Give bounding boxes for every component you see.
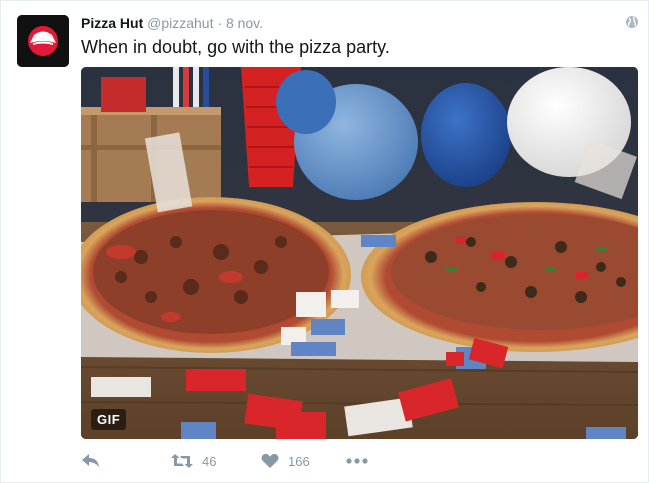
globe-icon[interactable] [625,15,639,29]
display-name[interactable]: Pizza Hut [81,15,143,31]
reply-icon [82,454,99,467]
like-button[interactable]: 166 [261,450,310,472]
heart-icon [261,453,279,468]
retweet-button[interactable]: 46 [171,450,216,472]
more-button[interactable] [346,450,368,472]
like-count[interactable]: 166 [288,454,310,469]
retweet-count[interactable]: 46 [202,454,216,469]
retweet-icon [171,454,193,468]
tweet-actions: 46 166 [81,450,641,474]
reply-button[interactable] [81,450,101,472]
gif-badge: GIF [91,409,127,430]
separator-dot: · [217,15,223,31]
pizza-hut-logo [17,15,69,67]
tweet-card[interactable]: Pizza Hut @pizzahut · 8 nov. When in dou… [0,0,649,483]
user-handle[interactable]: @pizzahut [147,15,213,31]
avatar[interactable] [17,15,69,67]
tweet-date[interactable]: 8 nov. [226,15,263,31]
tweet-text: When in doubt, go with the pizza party. [81,37,390,57]
tweet-media-gif[interactable]: GIF [81,67,638,439]
more-icon [346,458,368,464]
tweet-header: Pizza Hut @pizzahut · 8 nov. [81,14,263,32]
gif-frame-image [81,67,638,439]
